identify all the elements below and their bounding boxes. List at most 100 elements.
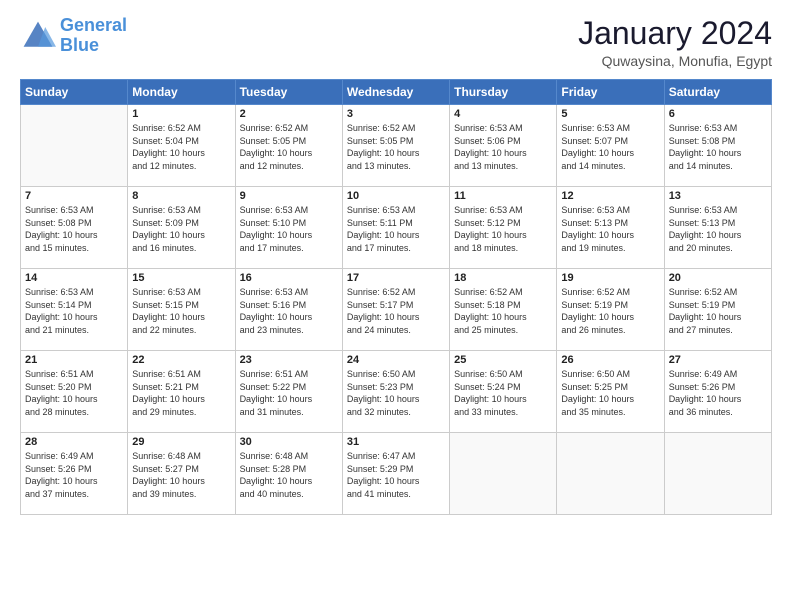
day-number: 20: [669, 272, 767, 284]
weekday-header-cell: Friday: [557, 80, 664, 105]
logo-text: General Blue: [60, 16, 127, 56]
day-number: 13: [669, 190, 767, 202]
month-title: January 2024: [578, 16, 772, 51]
weekday-header-cell: Saturday: [664, 80, 771, 105]
calendar-day-cell: 19 Sunrise: 6:52 AMSunset: 5:19 PMDayligh…: [557, 269, 664, 351]
calendar-day-cell: 7Sunrise: 6:53 AMSunset: 5:08 PMDaylight…: [21, 187, 128, 269]
calendar-day-cell: 13 Sunrise: 6:53 AMSunset: 5:13 PMDayligh…: [664, 187, 771, 269]
day-info: Sunrise: 6:53 AMSunset: 5:09 PMDaylight:…: [132, 204, 230, 254]
calendar-day-cell: 16 Sunrise: 6:53 AMSunset: 5:16 PMDayligh…: [235, 269, 342, 351]
day-number: 17: [347, 272, 445, 284]
day-number: 26: [561, 354, 659, 366]
day-number: 4: [454, 108, 552, 120]
weekday-header-cell: Wednesday: [342, 80, 449, 105]
day-info: Sunrise: 6:53 AMSunset: 5:07 PMDaylight:…: [561, 122, 659, 172]
calendar-day-cell: 10Sunrise: 6:53 AMSunset: 5:11 PMDayligh…: [342, 187, 449, 269]
calendar-day-cell: 26Sunrise: 6:50 AMSunset: 5:25 PMDayligh…: [557, 351, 664, 433]
calendar-day-cell: 5Sunrise: 6:53 AMSunset: 5:07 PMDaylight…: [557, 105, 664, 187]
day-number: 27: [669, 354, 767, 366]
day-number: 22: [132, 354, 230, 366]
calendar-week-row: 21 Sunrise: 6:51 AMSunset: 5:20 PMDayligh…: [21, 351, 772, 433]
day-info: Sunrise: 6:53 AMSunset: 5:16 PMDaylight:…: [240, 286, 338, 336]
day-info: Sunrise: 6:51 AMSunset: 5:21 PMDaylight:…: [132, 368, 230, 418]
day-number: 29: [132, 436, 230, 448]
calendar-day-cell: 15 Sunrise: 6:53 AMSunset: 5:15 PMDayligh…: [128, 269, 235, 351]
page: General Blue January 2024 Quwaysina, Mon…: [0, 0, 792, 525]
logo: General Blue: [20, 16, 127, 56]
weekday-header-cell: Thursday: [450, 80, 557, 105]
calendar-day-cell: [21, 105, 128, 187]
day-info: Sunrise: 6:51 AMSunset: 5:20 PMDaylight:…: [25, 368, 123, 418]
day-info: Sunrise: 6:53 AMSunset: 5:15 PMDaylight:…: [132, 286, 230, 336]
day-number: 12: [561, 190, 659, 202]
day-number: 16: [240, 272, 338, 284]
weekday-header-cell: Monday: [128, 80, 235, 105]
day-info: Sunrise: 6:53 AMSunset: 5:13 PMDaylight:…: [669, 204, 767, 254]
calendar-day-cell: 3 Sunrise: 6:52 AMSunset: 5:05 PMDaylight…: [342, 105, 449, 187]
day-number: 23: [240, 354, 338, 366]
day-info: Sunrise: 6:47 AMSunset: 5:29 PMDaylight:…: [347, 450, 445, 500]
day-number: 19: [561, 272, 659, 284]
day-info: Sunrise: 6:52 AMSunset: 5:17 PMDaylight:…: [347, 286, 445, 336]
subtitle: Quwaysina, Monufia, Egypt: [578, 53, 772, 69]
day-info: Sunrise: 6:53 AMSunset: 5:11 PMDaylight:…: [347, 204, 445, 254]
calendar-day-cell: 31Sunrise: 6:47 AMSunset: 5:29 PMDayligh…: [342, 433, 449, 515]
day-info: Sunrise: 6:53 AMSunset: 5:14 PMDaylight:…: [25, 286, 123, 336]
day-info: Sunrise: 6:49 AMSunset: 5:26 PMDaylight:…: [25, 450, 123, 500]
calendar-week-row: 1 Sunrise: 6:52 AMSunset: 5:04 PMDaylight…: [21, 105, 772, 187]
calendar-body: 1 Sunrise: 6:52 AMSunset: 5:04 PMDaylight…: [21, 105, 772, 515]
calendar-day-cell: 27 Sunrise: 6:49 AMSunset: 5:26 PMDayligh…: [664, 351, 771, 433]
day-number: 25: [454, 354, 552, 366]
weekday-header-cell: Tuesday: [235, 80, 342, 105]
calendar-day-cell: 17 Sunrise: 6:52 AMSunset: 5:17 PMDayligh…: [342, 269, 449, 351]
day-info: Sunrise: 6:52 AMSunset: 5:04 PMDaylight:…: [132, 122, 230, 172]
calendar-day-cell: 28 Sunrise: 6:49 AMSunset: 5:26 PMDayligh…: [21, 433, 128, 515]
calendar-week-row: 28 Sunrise: 6:49 AMSunset: 5:26 PMDayligh…: [21, 433, 772, 515]
weekday-header-row: SundayMondayTuesdayWednesdayThursdayFrid…: [21, 80, 772, 105]
day-number: 28: [25, 436, 123, 448]
calendar-day-cell: [557, 433, 664, 515]
calendar-day-cell: 12 Sunrise: 6:53 AMSunset: 5:13 PMDayligh…: [557, 187, 664, 269]
calendar-day-cell: 8 Sunrise: 6:53 AMSunset: 5:09 PMDaylight…: [128, 187, 235, 269]
day-number: 3: [347, 108, 445, 120]
calendar-week-row: 14 Sunrise: 6:53 AMSunset: 5:14 PMDayligh…: [21, 269, 772, 351]
logo-line2: Blue: [60, 35, 99, 55]
day-info: Sunrise: 6:50 AMSunset: 5:23 PMDaylight:…: [347, 368, 445, 418]
day-number: 18: [454, 272, 552, 284]
day-number: 6: [669, 108, 767, 120]
calendar-day-cell: 14 Sunrise: 6:53 AMSunset: 5:14 PMDayligh…: [21, 269, 128, 351]
day-info: Sunrise: 6:52 AMSunset: 5:19 PMDaylight:…: [561, 286, 659, 336]
day-info: Sunrise: 6:50 AMSunset: 5:24 PMDaylight:…: [454, 368, 552, 418]
calendar-table: SundayMondayTuesdayWednesdayThursdayFrid…: [20, 79, 772, 515]
calendar-day-cell: 1 Sunrise: 6:52 AMSunset: 5:04 PMDaylight…: [128, 105, 235, 187]
header: General Blue January 2024 Quwaysina, Mon…: [20, 16, 772, 69]
calendar-day-cell: [664, 433, 771, 515]
day-number: 14: [25, 272, 123, 284]
day-number: 8: [132, 190, 230, 202]
calendar-day-cell: 29 Sunrise: 6:48 AMSunset: 5:27 PMDayligh…: [128, 433, 235, 515]
calendar-day-cell: 30Sunrise: 6:48 AMSunset: 5:28 PMDayligh…: [235, 433, 342, 515]
title-area: January 2024 Quwaysina, Monufia, Egypt: [578, 16, 772, 69]
day-number: 15: [132, 272, 230, 284]
calendar-day-cell: 22 Sunrise: 6:51 AMSunset: 5:21 PMDayligh…: [128, 351, 235, 433]
day-info: Sunrise: 6:49 AMSunset: 5:26 PMDaylight:…: [669, 368, 767, 418]
calendar-week-row: 7Sunrise: 6:53 AMSunset: 5:08 PMDaylight…: [21, 187, 772, 269]
day-info: Sunrise: 6:48 AMSunset: 5:27 PMDaylight:…: [132, 450, 230, 500]
day-info: Sunrise: 6:53 AMSunset: 5:10 PMDaylight:…: [240, 204, 338, 254]
day-info: Sunrise: 6:51 AMSunset: 5:22 PMDaylight:…: [240, 368, 338, 418]
day-info: Sunrise: 6:53 AMSunset: 5:08 PMDaylight:…: [25, 204, 123, 254]
day-info: Sunrise: 6:52 AMSunset: 5:05 PMDaylight:…: [347, 122, 445, 172]
calendar-day-cell: 11Sunrise: 6:53 AMSunset: 5:12 PMDayligh…: [450, 187, 557, 269]
calendar-day-cell: 6 Sunrise: 6:53 AMSunset: 5:08 PMDaylight…: [664, 105, 771, 187]
calendar-day-cell: 4Sunrise: 6:53 AMSunset: 5:06 PMDaylight…: [450, 105, 557, 187]
calendar-day-cell: 25 Sunrise: 6:50 AMSunset: 5:24 PMDayligh…: [450, 351, 557, 433]
day-info: Sunrise: 6:53 AMSunset: 5:12 PMDaylight:…: [454, 204, 552, 254]
day-number: 24: [347, 354, 445, 366]
calendar-day-cell: 9 Sunrise: 6:53 AMSunset: 5:10 PMDaylight…: [235, 187, 342, 269]
day-number: 21: [25, 354, 123, 366]
calendar-day-cell: 18Sunrise: 6:52 AMSunset: 5:18 PMDayligh…: [450, 269, 557, 351]
day-info: Sunrise: 6:53 AMSunset: 5:13 PMDaylight:…: [561, 204, 659, 254]
day-number: 9: [240, 190, 338, 202]
day-number: 1: [132, 108, 230, 120]
day-info: Sunrise: 6:53 AMSunset: 5:08 PMDaylight:…: [669, 122, 767, 172]
